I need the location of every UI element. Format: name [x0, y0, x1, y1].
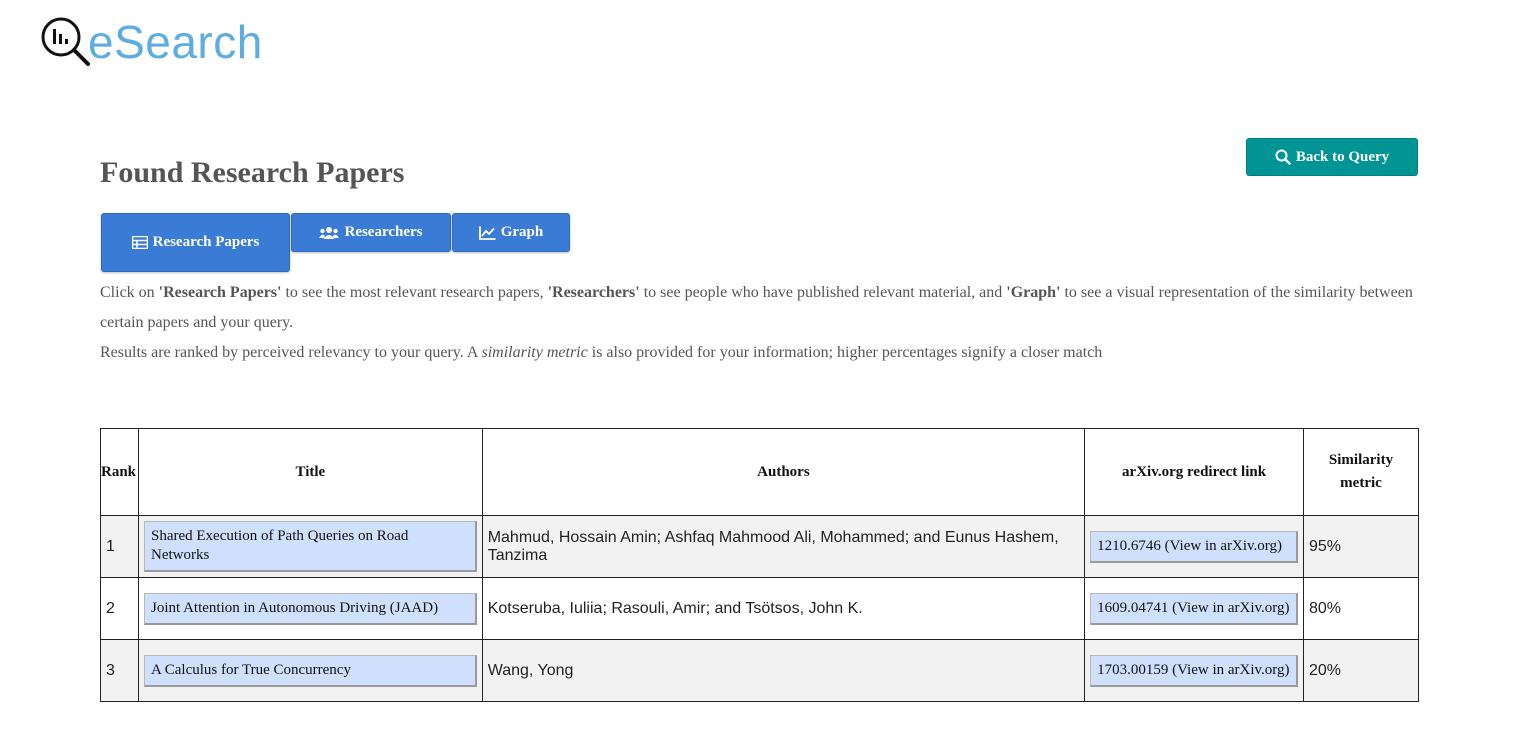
authors-cell: Wang, Yong: [481, 639, 1086, 702]
tab-researchers-label: Researchers: [344, 224, 423, 240]
table-row: 1 Shared Execution of Path Queries on Ro…: [100, 515, 1420, 578]
table-icon: [131, 236, 148, 249]
link-cell: 1703.00159 (View in arXiv.org): [1084, 639, 1304, 702]
paper-title-button[interactable]: Joint Attention in Autonomous Driving (J…: [143, 592, 477, 625]
rank-cell: 2: [100, 577, 139, 640]
description-line-1: Click on 'Research Papers' to see the mo…: [100, 284, 1413, 331]
link-cell: 1609.04741 (View in arXiv.org): [1084, 577, 1304, 640]
chart-line-icon: [478, 226, 496, 240]
header-rank: Rank: [100, 428, 139, 516]
similarity-cell: 95%: [1302, 515, 1420, 578]
users-icon: [319, 226, 340, 240]
description-line-2: Results are ranked by perceived relevanc…: [100, 344, 1103, 361]
page-title: Found Research Papers: [100, 156, 405, 189]
logo-text: eSearch: [88, 16, 263, 68]
search-icon: [1275, 149, 1291, 165]
results-table: Rank Title Authors arXiv.org redirect li…: [100, 428, 1420, 702]
title-cell: Shared Execution of Path Queries on Road…: [137, 515, 483, 578]
description: Click on 'Research Papers' to see the mo…: [100, 278, 1430, 368]
similarity-cell: 20%: [1302, 639, 1420, 702]
paper-title-button[interactable]: A Calculus for True Concurrency: [143, 654, 477, 687]
tab-research-papers-label: Research Papers: [152, 234, 260, 250]
arxiv-link-button[interactable]: 1609.04741 (View in arXiv.org): [1090, 592, 1298, 625]
paper-title-button[interactable]: Shared Execution of Path Queries on Road…: [143, 521, 477, 572]
tab-researchers[interactable]: Researchers: [291, 213, 451, 252]
title-cell: A Calculus for True Concurrency: [137, 639, 483, 702]
tab-graph-label: Graph: [500, 224, 544, 240]
back-to-query-button[interactable]: Back to Query: [1246, 138, 1418, 176]
table-row: 3 A Calculus for True Concurrency Wang, …: [100, 639, 1420, 702]
header-authors: Authors: [481, 428, 1086, 516]
rank-cell: 1: [100, 515, 139, 578]
table-header-row: Rank Title Authors arXiv.org redirect li…: [100, 428, 1420, 516]
similarity-cell: 80%: [1302, 577, 1420, 640]
header-similarity: Similarity metric: [1302, 428, 1420, 516]
magnifier-chart-icon: [41, 17, 90, 66]
arxiv-link-button[interactable]: 1210.6746 (View in arXiv.org): [1090, 530, 1298, 563]
tab-graph[interactable]: Graph: [452, 213, 570, 252]
header-title: Title: [137, 428, 483, 516]
link-cell: 1210.6746 (View in arXiv.org): [1084, 515, 1304, 578]
authors-cell: Kotseruba, Iuliia; Rasouli, Amir; and Ts…: [481, 577, 1086, 640]
authors-cell: Mahmud, Hossain Amin; Ashfaq Mahmood Ali…: [481, 515, 1086, 578]
arxiv-link-button[interactable]: 1703.00159 (View in arXiv.org): [1090, 654, 1298, 687]
title-cell: Joint Attention in Autonomous Driving (J…: [137, 577, 483, 640]
logo[interactable]: eSearch: [40, 14, 263, 70]
header-arxiv-link: arXiv.org redirect link: [1084, 428, 1304, 516]
tab-research-papers[interactable]: Research Papers: [101, 213, 290, 272]
rank-cell: 3: [100, 639, 139, 702]
table-row: 2 Joint Attention in Autonomous Driving …: [100, 577, 1420, 640]
back-to-query-label: Back to Query: [1295, 148, 1390, 165]
